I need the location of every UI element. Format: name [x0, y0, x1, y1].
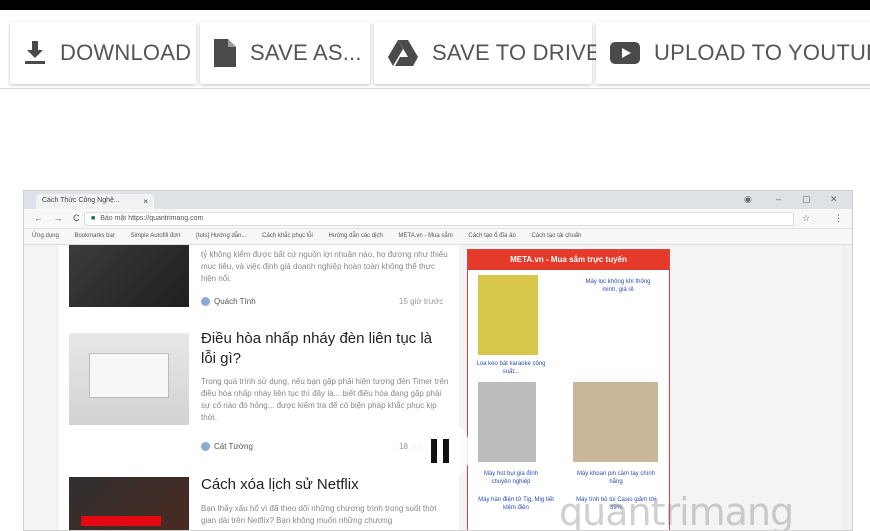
pause-icon [431, 439, 437, 463]
ad-image [478, 275, 538, 355]
browser-tab[interactable]: Cách Thức Công Nghệ... × [36, 194, 154, 209]
ad-item-text[interactable]: Loa kéo bát karaoke công suất... [476, 360, 546, 376]
bookmark-item: [tuts] Hướng dẫn... [196, 233, 247, 239]
close-icon[interactable]: × [143, 197, 148, 206]
tab-title: Cách Thức Công Nghệ... [42, 197, 120, 204]
bookmark-item: Simple Autofill đơn [130, 233, 181, 239]
ad-header: META.vn - Mua sắm trực tuyến [468, 250, 669, 270]
video-player[interactable]: Cách Thức Công Nghệ... × ◉ – ▢ ✕ ← → C ■… [23, 190, 853, 531]
bookmark-item: META.vn - Mua sắm [398, 233, 453, 239]
download-icon [24, 38, 46, 68]
download-label: DOWNLOAD [60, 40, 192, 65]
lock-icon: ■ [91, 215, 96, 222]
author-avatar [201, 297, 210, 307]
article-title[interactable]: Cách xóa lịch sử Netflix [201, 475, 451, 495]
address-bar-row: ← → C ■ Bảo mật https://quantrimang.com … [24, 209, 852, 229]
ad-image [478, 382, 536, 462]
app-root: DOWNLOAD SAVE AS... SAVE TO DRIVE UPLOAD… [0, 0, 870, 531]
action-toolbar: DOWNLOAD SAVE AS... SAVE TO DRIVE UPLOAD… [0, 0, 870, 89]
ad-banner[interactable]: META.vn - Mua sắm trực tuyến Máy lọc khô… [467, 249, 670, 530]
star-icon: ☆ [802, 213, 811, 223]
article-author: Cát Tường [201, 442, 253, 452]
minimize-icon: – [776, 194, 782, 204]
ad-image [573, 382, 658, 462]
menu-icon: ⋮ [834, 213, 843, 223]
article-thumbnail [69, 333, 189, 425]
bookmark-item: Cách tạo tài chuẩn [531, 233, 582, 239]
article-snippet: Trong quá trình sử dụng, nếu bạn gặp phả… [201, 377, 449, 422]
upload-to-youtube-button[interactable]: UPLOAD TO YOUTUBE [596, 22, 870, 84]
maximize-icon: ▢ [802, 194, 811, 204]
web-page-content: tỷ không kiểm được bất cứ nguồn lợi nhuậ… [24, 245, 852, 531]
article-snippet: tỷ không kiểm được bất cứ nguồn lợi nhuậ… [201, 250, 448, 283]
watermark: quantrimang [559, 490, 794, 531]
account-icon: ◉ [744, 194, 752, 204]
save-as-button[interactable]: SAVE AS... [200, 22, 370, 84]
article-author: Quách Tính [201, 297, 256, 307]
article-title[interactable]: Điều hòa nhấp nháy đèn liên tục là lỗi g… [201, 329, 451, 369]
google-drive-icon [388, 38, 418, 68]
save-to-drive-label: SAVE TO DRIVE [432, 40, 601, 65]
secure-label: Bảo mật [100, 215, 127, 222]
ad-item-text[interactable]: Máy khoan pin cầm tay chính hãng [576, 470, 656, 486]
bookmark-item: Cách tạo ổ đĩa ảo [468, 233, 516, 239]
url-bar: ■ Bảo mật https://quantrimang.com [84, 212, 794, 226]
save-to-drive-button[interactable]: SAVE TO DRIVE [374, 22, 601, 84]
article-thumbnail [69, 245, 189, 307]
ad-item-text[interactable]: Máy hàn điện tử Tig, Mig tiết kiệm điện [476, 496, 556, 512]
article-thumbnail [69, 477, 189, 530]
author-avatar [201, 442, 210, 452]
bookmark-item: Bookmarks bar [74, 233, 115, 239]
bookmark-item: Ứng dụng [32, 233, 59, 239]
bookmark-item: Hướng dẫn các dịch [328, 233, 383, 239]
ad-item-text[interactable]: Máy lọc không khí thông minh, giá rẻ [578, 278, 658, 294]
nav-icons: ← → C [34, 213, 84, 223]
download-button[interactable]: DOWNLOAD [10, 22, 196, 84]
browser-tab-strip: Cách Thức Công Nghệ... × ◉ – ▢ ✕ [24, 191, 852, 209]
window-close-icon: ✕ [830, 194, 838, 204]
article-list: tỷ không kiểm được bất cứ nguồn lợi nhuậ… [59, 245, 459, 530]
action-buttons: DOWNLOAD SAVE AS... SAVE TO DRIVE UPLOAD… [10, 22, 870, 84]
scrollbar[interactable] [842, 245, 852, 530]
pause-button[interactable] [409, 420, 471, 482]
bookmarks-bar: Ứng dụng Bookmarks bar Simple Autofill đ… [24, 229, 852, 245]
url-text: https://quantrimang.com [128, 215, 204, 222]
file-icon [214, 38, 236, 68]
bookmark-item: Cách khắc phục lỗi [262, 233, 313, 239]
youtube-icon [610, 38, 640, 68]
article-snippet: Bạn thấy xấu hổ vì đã theo dõi những chư… [201, 504, 437, 525]
article-time: 15 giờ trước [399, 297, 444, 306]
save-as-label: SAVE AS... [250, 40, 362, 65]
ad-item-text[interactable]: Máy hút bụi gia đình chuyên nghiệp [476, 470, 546, 486]
upload-to-youtube-label: UPLOAD TO YOUTUBE [654, 40, 870, 65]
